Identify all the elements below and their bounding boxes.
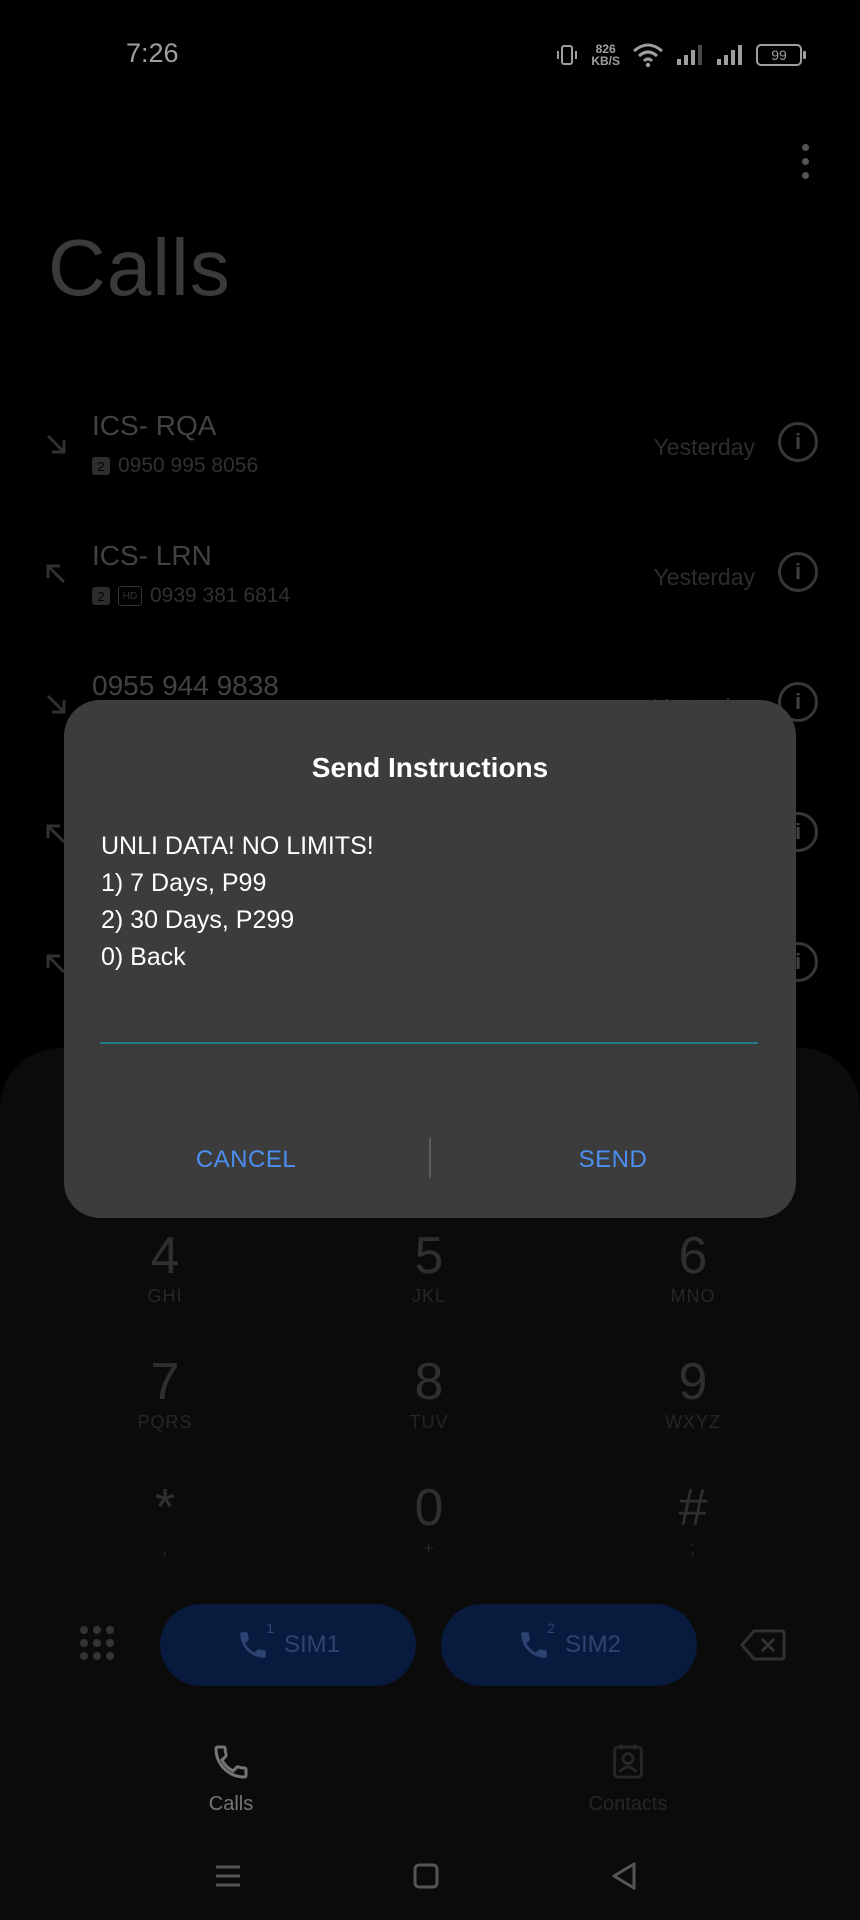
dialog-title: Send Instructions bbox=[311, 752, 549, 783]
send-instructions-dialog: Send Instructions UNLI DATA! NO LIMITS! … bbox=[64, 700, 796, 1218]
message-line: 2) 30 Days, P299 bbox=[101, 906, 295, 934]
message-line: 1) 7 Days, P99 bbox=[101, 869, 267, 897]
dialog-message: UNLI DATA! NO LIMITS! 1) 7 Days, P99 2) … bbox=[101, 828, 374, 976]
button-divider bbox=[429, 1138, 431, 1178]
message-line: 0) Back bbox=[101, 943, 186, 971]
send-button[interactable]: SEND bbox=[463, 1120, 763, 1200]
message-line: UNLI DATA! NO LIMITS! bbox=[101, 832, 374, 860]
reply-input[interactable] bbox=[100, 1002, 758, 1044]
cancel-button[interactable]: CANCEL bbox=[96, 1120, 396, 1200]
